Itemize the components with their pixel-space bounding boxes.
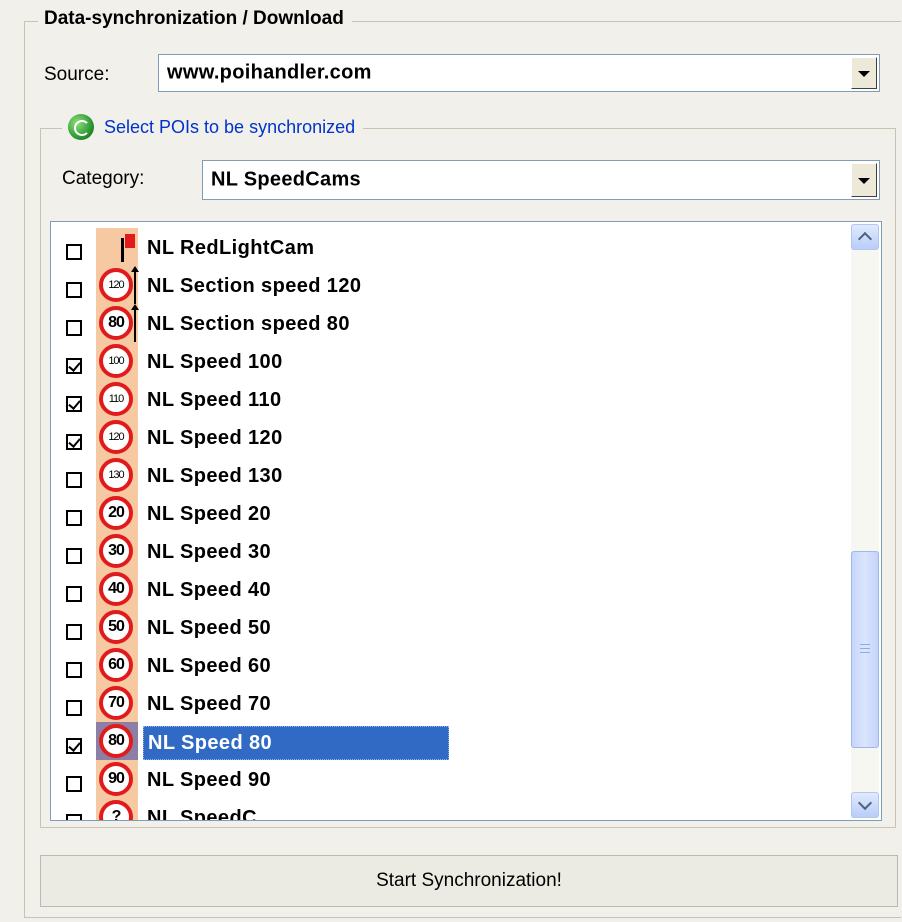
category-dropdown-arrow[interactable] [851, 163, 877, 197]
section-speed-sign-icon: 120 [99, 268, 133, 302]
poi-label: NL SpeedC [147, 807, 257, 821]
poi-checkbox[interactable] [66, 320, 82, 336]
poi-list-item[interactable]: 100 NL Speed 100 [51, 342, 851, 380]
category-label: Category: [62, 168, 145, 189]
poi-label: NL Section speed 80 [147, 313, 350, 335]
poi-checkbox[interactable] [66, 548, 82, 564]
poi-label: NL Speed 40 [147, 579, 272, 601]
poi-label: NL Speed 70 [147, 693, 272, 715]
poi-list-item[interactable]: ? NL SpeedC [51, 798, 851, 821]
section-arrow-icon [131, 304, 139, 342]
poi-checkbox[interactable] [66, 700, 82, 716]
poi-list-item[interactable]: 40 NL Speed 40 [51, 570, 851, 608]
speed-limit-sign-icon: 130 [99, 458, 133, 492]
poi-label: NL Speed 120 [147, 427, 283, 449]
poi-checkbox[interactable] [66, 776, 82, 792]
speed-limit-sign-icon: 20 [99, 496, 133, 530]
poi-list-item[interactable]: 60 NL Speed 60 [51, 646, 851, 684]
poi-checkbox[interactable] [66, 586, 82, 602]
poi-label: NL Speed 90 [147, 769, 272, 791]
scroll-thumb[interactable] [851, 551, 879, 748]
scroll-down-button[interactable] [851, 792, 879, 818]
speed-limit-sign-icon: 110 [99, 382, 133, 416]
poi-label: NL Speed 110 [147, 389, 282, 411]
poi-list-item[interactable]: 50 NL Speed 50 [51, 608, 851, 646]
scroll-up-button[interactable] [851, 224, 879, 250]
poi-list-item[interactable]: 120 NL Speed 120 [51, 418, 851, 456]
poi-checkbox[interactable] [66, 738, 82, 754]
poi-label: NL Section speed 120 [147, 275, 362, 297]
poi-label: NL RedLightCam [147, 237, 315, 259]
poi-checkbox[interactable] [66, 282, 82, 298]
speed-limit-sign-icon: 60 [99, 648, 133, 682]
red-light-camera-icon [111, 232, 135, 262]
poi-checkbox[interactable] [66, 472, 82, 488]
poi-label: NL Speed 60 [147, 655, 272, 677]
poi-label: NL Speed 20 [147, 503, 272, 525]
category-value: NL SpeedCams [211, 168, 361, 191]
sync-group-title: Data-synchronization / Download [38, 8, 352, 30]
start-synchronization-button[interactable]: Start Synchronization! [40, 855, 898, 907]
chevron-down-icon [858, 71, 870, 77]
category-dropdown[interactable]: NL SpeedCams [202, 160, 880, 200]
poi-checkbox[interactable] [66, 510, 82, 526]
poi-checkbox[interactable] [66, 624, 82, 640]
poi-checkbox[interactable] [66, 814, 82, 820]
speed-limit-sign-icon: 90 [99, 762, 133, 796]
poi-label: NL Speed 130 [147, 465, 283, 487]
poi-label: NL Speed 100 [147, 351, 283, 373]
section-arrow-icon [131, 266, 139, 304]
poi-list-rows: NL RedLightCam 120 NL Section speed 120 80 N… [51, 228, 851, 821]
poi-list-item[interactable]: 80 NL Speed 80 [51, 722, 851, 760]
speed-limit-sign-icon: 70 [99, 686, 133, 720]
poi-checkbox[interactable] [66, 434, 82, 450]
speed-limit-sign-icon: 40 [99, 572, 133, 606]
poi-checkbox[interactable] [66, 358, 82, 374]
sync-icon [68, 114, 94, 140]
poi-list-scrollbar[interactable] [851, 224, 879, 818]
source-label: Source: [44, 64, 110, 85]
poi-list-item[interactable]: 90 NL Speed 90 [51, 760, 851, 798]
speed-limit-sign-icon: 30 [99, 534, 133, 568]
poi-checkbox[interactable] [66, 244, 82, 260]
speed-limit-sign-icon: 50 [99, 610, 133, 644]
poi-list-item[interactable]: NL RedLightCam [51, 228, 851, 266]
poi-list-item[interactable]: 70 NL Speed 70 [51, 684, 851, 722]
poi-list-item[interactable]: 110 NL Speed 110 [51, 380, 851, 418]
section-speed-sign-icon: 80 [99, 306, 133, 340]
poi-label: NL Speed 30 [147, 541, 272, 563]
poi-list-item[interactable]: 20 NL Speed 20 [51, 494, 851, 532]
speed-limit-sign-icon: 100 [99, 344, 133, 378]
speed-limit-sign-icon: 120 [99, 420, 133, 454]
chevron-down-icon [857, 795, 873, 811]
poi-list-item[interactable]: 120 NL Section speed 120 [51, 266, 851, 304]
select-pois-title: Select POIs to be synchronized [104, 116, 356, 137]
poi-label: NL Speed 50 [147, 617, 272, 639]
poi-list-item[interactable]: 80 NL Section speed 80 [51, 304, 851, 342]
poi-list-item[interactable]: 130 NL Speed 130 [51, 456, 851, 494]
poi-label: NL Speed 80 [143, 726, 449, 760]
chevron-down-icon [858, 178, 870, 184]
poi-checkbox[interactable] [66, 396, 82, 412]
poi-checkbox[interactable] [66, 662, 82, 678]
source-dropdown-arrow[interactable] [851, 57, 877, 89]
source-value: www.poihandler.com [167, 61, 372, 84]
select-pois-group-title: Select POIs to be synchronized [62, 114, 364, 140]
source-dropdown[interactable]: www.poihandler.com [158, 54, 880, 92]
speed-limit-sign-icon: 80 [99, 724, 133, 758]
poi-list[interactable]: NL RedLightCam 120 NL Section speed 120 80 N… [50, 221, 882, 821]
chevron-up-icon [857, 231, 873, 247]
poi-list-item[interactable]: 30 NL Speed 30 [51, 532, 851, 570]
